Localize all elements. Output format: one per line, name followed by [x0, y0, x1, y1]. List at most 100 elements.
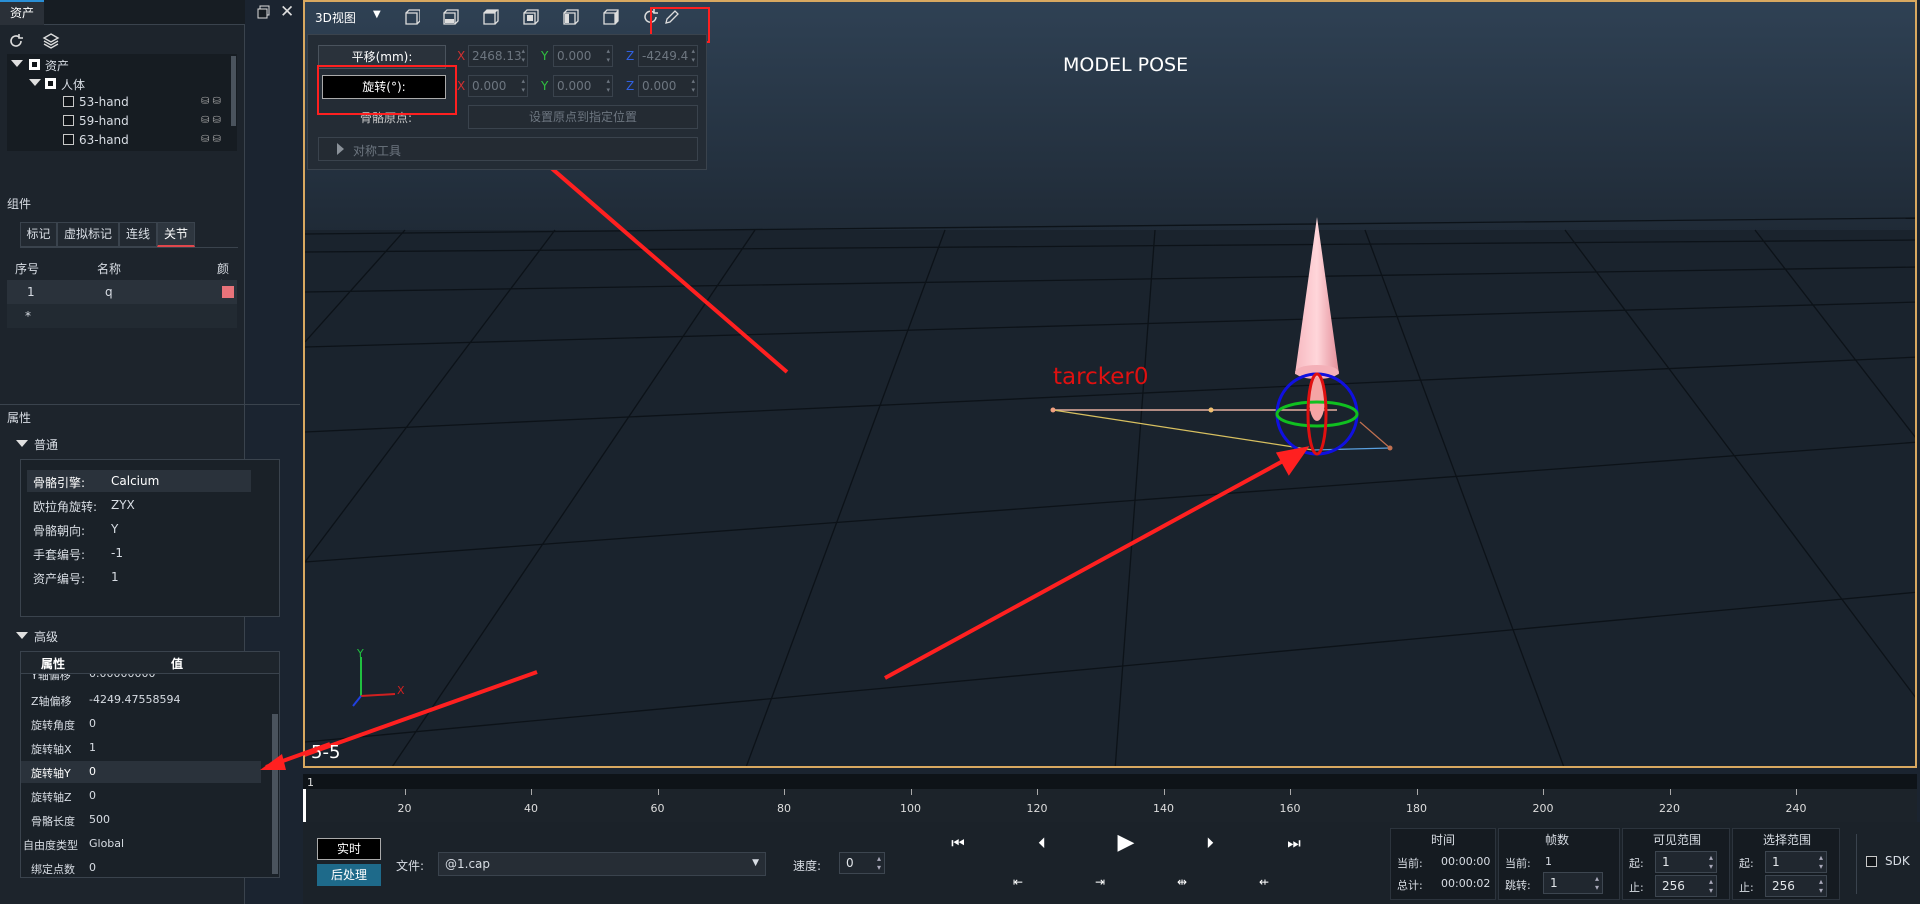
property-label: 旋转轴Y [31, 767, 71, 780]
timeline-tick-label: 180 [1406, 802, 1427, 815]
tab-joints[interactable]: 关节 [157, 222, 195, 247]
row-color-swatch[interactable] [222, 286, 234, 298]
refresh-icon[interactable] [8, 33, 24, 49]
tree-group-label[interactable]: 人体 [61, 76, 85, 93]
property-label: 骨骼引擎: [33, 476, 86, 490]
mark-in-icon[interactable]: ⇤ [1007, 871, 1029, 893]
timeline-tick [1290, 789, 1291, 795]
advanced-scrollbar[interactable] [272, 714, 278, 874]
asset-checkbox[interactable] [63, 96, 74, 107]
advanced-properties: 属性 值 Y轴偏移 0.00000000 Z轴偏移 -4249.47558594… [20, 651, 280, 878]
time-total-label: 总计: [1397, 879, 1423, 892]
skip-to-end-icon[interactable]: ⏭ [1283, 832, 1305, 854]
general-section-title[interactable]: 普通 [34, 436, 58, 453]
expand-toggle-icon[interactable] [11, 60, 23, 67]
timeline-tick-label: 240 [1785, 802, 1807, 815]
timeline[interactable]: 1 20 40 60 80 100 120 140 160 180 200 220 240 [303, 774, 1917, 822]
select-end-input[interactable]: 256 [1765, 875, 1827, 897]
select-start-label: 起: [1739, 857, 1754, 870]
tab-virtual-markers[interactable]: 虚拟标记 [57, 222, 119, 247]
asset-tree: 资产 人体 53-hand ⛁ ⛁ 59-hand ⛁ ⛁ 63-hand ⛁ … [7, 54, 237, 151]
tab-markers[interactable]: 标记 [20, 222, 57, 247]
set-origin-button[interactable]: 设置原点到指定位置 [468, 105, 698, 129]
view-back-icon[interactable] [522, 9, 540, 26]
frames-current-label: 当前: [1505, 857, 1531, 870]
divider [0, 404, 300, 405]
properties-title: 属性 [7, 411, 32, 425]
asset-item-icons[interactable]: ⛁ ⛁ [201, 96, 221, 107]
asset-checkbox[interactable] [63, 115, 74, 126]
step-forward-icon[interactable]: ⏵ [1199, 832, 1221, 854]
asset-item-icons[interactable]: ⛁ ⛁ [201, 115, 221, 126]
rotate-y-input[interactable]: 0.000 [553, 75, 613, 97]
tree-root-label[interactable]: 资产 [45, 57, 69, 74]
viewport-title: MODEL POSE [1063, 54, 1189, 76]
asset-item[interactable]: 53-hand [79, 95, 129, 109]
select-range-group: 选择范围 起: 1 止: 256 [1732, 828, 1840, 900]
components-tabs: 标记 虚拟标记 连线 关节 [20, 222, 238, 248]
view-bottom-icon[interactable] [602, 9, 620, 26]
mark-out-icon[interactable]: ⇥ [1089, 871, 1111, 893]
tree-scrollbar[interactable] [231, 56, 236, 126]
step-back-icon[interactable]: ⏴ [1031, 832, 1053, 854]
speed-label: 速度: [793, 859, 822, 873]
timeline-tick-label: 160 [1279, 802, 1301, 815]
assets-tab[interactable]: 资产 [0, 0, 44, 25]
chevron-down-icon: ▼ [373, 9, 381, 20]
tree-group-checkbox[interactable] [45, 78, 56, 89]
time-total-value: 00:00:02 [1441, 877, 1491, 890]
axis-x-label: X [457, 79, 466, 93]
view-left-icon[interactable] [562, 9, 580, 26]
asset-checkbox[interactable] [63, 134, 74, 145]
symmetry-tool-section[interactable]: 对称工具 [318, 137, 698, 161]
timeline-cursor[interactable] [303, 789, 306, 822]
collapse-icon[interactable] [16, 632, 28, 639]
close-icon[interactable]: ✕ [280, 2, 294, 22]
property-value: -1 [111, 546, 123, 560]
timeline-tick [531, 789, 532, 795]
expand-toggle-icon[interactable] [29, 79, 41, 86]
visible-end-input[interactable]: 256 [1655, 875, 1717, 897]
timeline-tick [404, 789, 406, 795]
view-top-icon[interactable] [442, 9, 460, 26]
go-to-in-icon[interactable]: ⇹ [1171, 871, 1193, 893]
advanced-section-title[interactable]: 高级 [34, 628, 58, 645]
frames-jump-input[interactable]: 1 [1543, 872, 1603, 894]
dock-float-icon[interactable] [257, 5, 271, 19]
post-process-button[interactable]: 后处理 [317, 864, 381, 886]
viewport[interactable]: 3D视图 ▼ 平移(mm): 旋转(°): 骨骼原点: X 2468.13 Y … [303, 0, 1917, 768]
asset-item[interactable]: 59-hand [79, 114, 129, 128]
tab-links[interactable]: 连线 [119, 222, 157, 247]
rotate-z-input[interactable]: 0.000 [638, 75, 698, 97]
rotate-x-input[interactable]: 0.000 [468, 75, 528, 97]
select-start-input[interactable]: 1 [1765, 851, 1827, 873]
translate-x-input[interactable]: 2468.13 [468, 45, 528, 67]
translate-y-input[interactable]: 0.000 [553, 45, 613, 67]
property-label: 旋转轴Z [31, 791, 72, 804]
realtime-button[interactable]: 实时 [317, 838, 381, 860]
new-row[interactable]: * [7, 304, 237, 328]
view-right-icon[interactable] [482, 9, 500, 26]
play-icon[interactable]: ▶ [1115, 830, 1137, 855]
tree-root-checkbox[interactable] [29, 59, 40, 70]
file-label: 文件: [396, 859, 425, 873]
sdk-checkbox[interactable] [1866, 856, 1877, 867]
skip-to-start-icon[interactable]: ⏮ [947, 832, 969, 854]
visible-start-input[interactable]: 1 [1655, 851, 1717, 873]
property-label: 骨骼朝向: [33, 524, 86, 538]
asset-item-icons[interactable]: ⛁ ⛁ [201, 134, 221, 145]
file-select[interactable]: @1.cap ▼ [438, 852, 766, 876]
collapse-icon[interactable] [16, 440, 28, 447]
speed-input[interactable]: 0 [839, 852, 885, 874]
translate-z-input[interactable]: -4249.4 [638, 45, 698, 67]
view-front-icon[interactable] [402, 9, 420, 26]
axis-x-label: X [457, 49, 466, 63]
table-row[interactable]: 1 q [7, 280, 237, 304]
asset-item[interactable]: 63-hand [79, 133, 129, 147]
visible-range-group: 可见范围 起: 1 止: 256 [1622, 828, 1730, 900]
go-to-out-icon[interactable]: ⇷ [1253, 871, 1275, 893]
view-select[interactable]: 3D视图 ▼ [311, 6, 385, 28]
layers-icon[interactable] [42, 32, 60, 50]
frames-group: 帧数 当前: 1 跳转: 1 [1498, 828, 1620, 900]
expand-icon [337, 143, 344, 155]
